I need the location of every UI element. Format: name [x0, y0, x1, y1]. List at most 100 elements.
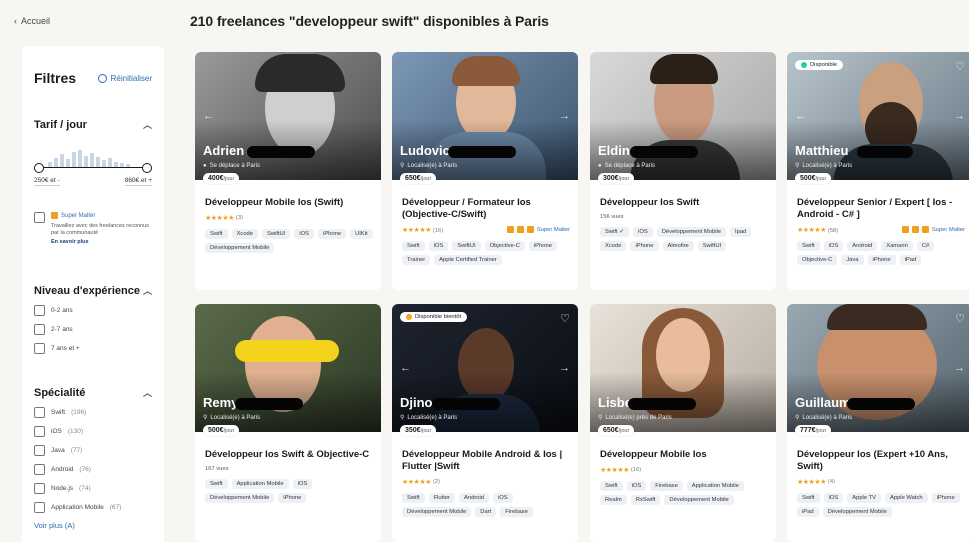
skill-tag: Apple Certified Trainer: [434, 254, 502, 265]
skill-tag: Trainer: [402, 254, 431, 265]
specialite-option[interactable]: Node.js (74): [34, 483, 152, 494]
freelancer-title: Développeur Mobile Ios (Swift): [205, 197, 344, 208]
checkbox[interactable]: [34, 343, 45, 354]
checkbox[interactable]: [34, 305, 45, 316]
skill-tag: iOS: [823, 240, 844, 251]
freelancer-card[interactable]: Lisbe ⚲ Localisé(e) près de Paris 650€/jo…: [590, 304, 776, 542]
super-malter-checkbox[interactable]: [34, 212, 45, 223]
view-count: 156 vues: [600, 213, 624, 220]
profile-photo: ← Adrien ● Se déplace à Paris: [195, 52, 381, 180]
redaction-bar: [247, 146, 315, 158]
skill-tag: Objective-C: [484, 240, 525, 251]
price-max-input[interactable]: 860€ et +: [124, 177, 152, 186]
checkbox[interactable]: [34, 426, 45, 437]
experience-option[interactable]: 7 ans et +: [34, 343, 152, 354]
checkbox[interactable]: [34, 445, 45, 456]
arrow-right-icon[interactable]: →: [559, 110, 570, 122]
review-count: (3): [235, 214, 243, 221]
back-label: Accueil: [21, 16, 51, 26]
daily-rate: 300€/jour: [598, 173, 635, 184]
refresh-icon: [97, 73, 107, 83]
status-dot-icon: [406, 314, 412, 320]
freelancer-card[interactable]: ← Adrien ● Se déplace à Paris 400€/jour D…: [195, 52, 381, 290]
review-count: (4): [827, 478, 835, 485]
skill-tag: Application Mobile: [231, 478, 289, 489]
skill-tag: iOS: [492, 492, 513, 503]
option-label: 2-7 ans: [51, 326, 73, 333]
arrow-right-icon[interactable]: →: [954, 110, 965, 122]
specialite-option[interactable]: Java (77): [34, 445, 152, 456]
daily-rate: 500€/jour: [203, 425, 240, 436]
specialite-option[interactable]: Swift (196): [34, 407, 152, 418]
skill-tag: Application Mobile: [686, 480, 744, 491]
skill-tag: Dart: [475, 506, 497, 517]
specialite-option[interactable]: Android (76): [34, 464, 152, 475]
skill-tags: Swift iOS Apple TV Apple Watch iPhone iP…: [797, 492, 965, 517]
skill-tag: Xcode: [231, 228, 258, 239]
skill-tags: Swift iOS Firebase Application Mobile Re…: [600, 480, 768, 505]
experience-option[interactable]: 0-2 ans: [34, 305, 152, 316]
checkbox[interactable]: [34, 464, 45, 475]
experience-section: Niveau d'expérience ︿ 0-2 ans 2-7 ans 7 …: [34, 284, 152, 354]
page-title: 210 freelances "developpeur swift" dispo…: [190, 13, 549, 29]
option-label: iOS: [51, 428, 62, 435]
skill-tags: Swift Flutter Android iOS Développement …: [402, 492, 570, 517]
super-malter-filter: Super Malter Travaillez avec des freelan…: [34, 212, 152, 245]
specialite-option[interactable]: iOS (130): [34, 426, 152, 437]
heart-icon[interactable]: ♡: [560, 312, 570, 325]
back-link[interactable]: ‹ Accueil: [14, 16, 50, 26]
freelancer-card[interactable]: ♡ → Guillaume ⚲ Localisé(e) à Paris 777€/…: [787, 304, 969, 542]
chevron-up-icon[interactable]: ︿: [143, 118, 152, 131]
freelancer-card[interactable]: Remy ⚲ Localisé(e) à Paris 500€/jour Déve…: [195, 304, 381, 542]
freelancer-title: Développeur Ios (Expert +10 Ans, Swift): [797, 449, 948, 472]
skill-tag: iPhone: [278, 492, 307, 503]
skill-tag: Realm: [600, 494, 627, 505]
daily-rate: 650€/jour: [400, 173, 437, 184]
price-min-input[interactable]: 250€ et -: [34, 177, 60, 186]
freelancer-location: ⚲ Localisé(e) à Paris: [400, 414, 458, 422]
freelancer-card[interactable]: Disponible bientôt ♡ ← → Djino ⚲ Localisé…: [392, 304, 578, 542]
heart-icon[interactable]: ♡: [955, 312, 965, 325]
skill-tag: iPhone: [528, 240, 557, 251]
specialite-option[interactable]: Application Mobile (67): [34, 502, 152, 513]
option-count: (74): [79, 485, 91, 492]
freelancer-title: Développeur Senior / Expert [ Ios - Andr…: [797, 197, 953, 220]
super-malter-description: Travaillez avec des freelances reconnus …: [51, 223, 149, 237]
price-slider-track[interactable]: [38, 166, 148, 168]
skill-tags: Swift Xcode SwiftUI iOS iPhone UIKit Dév…: [205, 228, 373, 253]
arrow-left-icon[interactable]: ←: [203, 110, 214, 122]
price-max-handle[interactable]: [142, 163, 152, 173]
checkbox[interactable]: [34, 324, 45, 335]
reset-button[interactable]: Réinitialiser: [97, 73, 152, 83]
skill-tag: Swift: [797, 240, 820, 251]
price-min-handle[interactable]: [34, 163, 44, 173]
status-dot-icon: [801, 62, 807, 68]
checkbox[interactable]: [34, 407, 45, 418]
option-count: (76): [79, 466, 91, 473]
freelancer-name: Matthieu: [795, 143, 849, 158]
chevron-up-icon[interactable]: ︿: [143, 386, 152, 399]
freelancer-card[interactable]: → Ludovic ⚲ Localisé(e) à Paris 650€/jour…: [392, 52, 578, 290]
arrow-right-icon[interactable]: →: [954, 362, 965, 374]
arrow-right-icon[interactable]: →: [559, 362, 570, 374]
experience-option[interactable]: 2-7 ans: [34, 324, 152, 335]
rating-stars: ★★★★★: [205, 214, 234, 222]
super-malter-icon: [506, 226, 514, 234]
arrow-left-icon[interactable]: ←: [795, 110, 806, 122]
skill-tag: Swift ✓: [600, 226, 630, 237]
checkbox[interactable]: [34, 502, 45, 513]
skill-tags: Swift iOS Android Xamarin C# Objective-C…: [797, 240, 965, 265]
freelancer-card[interactable]: Eldin ● Se déplace à Paris 300€/jour Déve…: [590, 52, 776, 290]
rating-stars: ★★★★★: [600, 466, 629, 474]
specialite-section: Spécialité ︿ Swift (196) iOS (130) Java (77…: [34, 386, 152, 530]
arrow-left-icon[interactable]: ←: [400, 362, 411, 374]
show-more-link[interactable]: Voir plus (A): [34, 521, 152, 530]
daily-rate: 400€/jour: [203, 173, 240, 184]
learn-more-link[interactable]: En savoir plus: [51, 239, 152, 245]
chevron-up-icon[interactable]: ︿: [143, 284, 152, 297]
checkbox[interactable]: [34, 483, 45, 494]
daily-rate: 500€/jour: [795, 173, 832, 184]
skill-tag: Flutter: [428, 492, 455, 503]
freelancer-card[interactable]: Disponible ♡ ← → Matthieu ⚲ Localisé(e) à…: [787, 52, 969, 290]
heart-icon[interactable]: ♡: [955, 60, 965, 73]
